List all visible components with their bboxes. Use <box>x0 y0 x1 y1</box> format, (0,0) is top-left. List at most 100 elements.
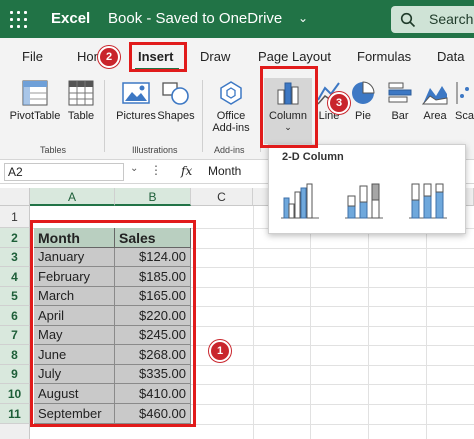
pictures-label: Pictures <box>116 110 156 122</box>
formula-value[interactable]: Month <box>208 164 241 178</box>
column-chart-label: Column <box>269 110 307 122</box>
cell-month[interactable]: August <box>34 384 115 404</box>
active-tab-indicator <box>135 68 179 71</box>
gridline <box>191 326 474 327</box>
row-header-12[interactable] <box>0 424 30 439</box>
cell-sales[interactable]: $165.00 <box>115 287 191 306</box>
scatter-chart-label: Sca <box>455 110 474 122</box>
cell-sales[interactable]: $245.00 <box>115 326 191 345</box>
gridline <box>191 345 474 346</box>
cell-sales[interactable]: $460.00 <box>115 404 191 424</box>
gridline <box>191 365 474 366</box>
clustered-column-option[interactable] <box>278 178 322 222</box>
shapes-icon <box>162 82 189 105</box>
stacked-column-icon <box>345 183 383 219</box>
shapes-label: Shapes <box>157 110 195 122</box>
tab-draw[interactable]: Draw <box>200 49 230 64</box>
column-chart-button[interactable]: Column ⌄ <box>264 78 312 144</box>
group-label-tables: Tables <box>40 145 67 155</box>
scatter-chart-icon <box>456 82 469 104</box>
pie-chart-button[interactable]: Pie <box>349 80 377 122</box>
row-header-4[interactable]: 4 <box>0 267 30 287</box>
bar-chart-icon <box>388 82 412 103</box>
pivottable-icon <box>22 80 48 106</box>
gridline <box>191 404 474 405</box>
bar-chart-label: Bar <box>391 110 409 122</box>
stacked-column-option[interactable] <box>342 178 386 222</box>
shapes-button[interactable]: Shapes <box>156 80 196 122</box>
cell-month[interactable]: April <box>34 306 115 326</box>
office-addins-button[interactable]: Office Add-ins <box>208 80 254 134</box>
cell-sales[interactable]: $124.00 <box>115 248 191 267</box>
insert-function-icon[interactable]: fx <box>181 164 192 178</box>
ribbon-separator <box>260 80 261 152</box>
cell-month[interactable]: January <box>34 248 115 267</box>
row-header-11[interactable]: 11 <box>0 404 30 424</box>
cell-sales[interactable]: $335.00 <box>115 365 191 384</box>
addins-icon <box>220 81 242 105</box>
chevron-down-icon: ⌄ <box>284 122 292 132</box>
ribbon-separator <box>202 80 203 152</box>
column-header-c[interactable]: C <box>191 188 253 206</box>
app-name[interactable]: Excel <box>51 10 90 27</box>
tab-insert[interactable]: Insert <box>138 49 173 64</box>
tab-page-layout[interactable]: Page Layout <box>258 49 331 64</box>
callout-badge-2: 2 <box>98 46 120 68</box>
cell-a2[interactable]: Month <box>34 228 115 248</box>
row-header-5[interactable]: 5 <box>0 287 30 306</box>
row-header-7[interactable]: 7 <box>0 326 30 345</box>
area-chart-button[interactable]: Area <box>420 80 450 122</box>
app-launcher-icon[interactable] <box>10 11 27 28</box>
search-box[interactable]: Search <box>391 6 474 33</box>
chevron-down-icon[interactable]: ⌄ <box>130 163 138 174</box>
pictures-icon <box>122 82 150 104</box>
column-chart-icon <box>277 82 299 105</box>
name-box[interactable]: A2 <box>4 163 124 181</box>
table-icon <box>68 80 94 106</box>
100-percent-stacked-column-option[interactable] <box>406 178 450 222</box>
pie-chart-label: Pie <box>355 110 371 122</box>
pivottable-button[interactable]: PivotTable <box>9 80 61 122</box>
pictures-button[interactable]: Pictures <box>114 80 158 122</box>
chevron-down-icon[interactable]: ⌄ <box>298 11 308 25</box>
tab-home[interactable]: Home <box>77 49 99 64</box>
gridline <box>191 384 474 385</box>
row-header-3[interactable]: 3 <box>0 248 30 267</box>
tab-formulas[interactable]: Formulas <box>357 49 411 64</box>
column-header-a[interactable]: A <box>30 188 115 206</box>
document-title[interactable]: Book - Saved to OneDrive <box>108 10 282 27</box>
cell-sales[interactable]: $185.00 <box>115 267 191 287</box>
select-all-corner[interactable] <box>0 188 30 206</box>
more-options-icon[interactable]: ⋮ <box>150 163 162 177</box>
callout-badge-1: 1 <box>209 340 231 362</box>
table-label: Table <box>67 110 95 122</box>
cell-sales[interactable]: $220.00 <box>115 306 191 326</box>
percent-stacked-column-icon <box>409 183 447 219</box>
cell-sales[interactable]: $410.00 <box>115 384 191 404</box>
row-header-1[interactable]: 1 <box>0 206 30 228</box>
row-header-9[interactable]: 9 <box>0 365 30 384</box>
row-header-10[interactable]: 10 <box>0 384 30 404</box>
table-button[interactable]: Table <box>64 80 98 122</box>
tab-file[interactable]: File <box>22 49 43 64</box>
cell-month[interactable]: February <box>34 267 115 287</box>
cell-b2[interactable]: Sales <box>115 228 191 248</box>
cell-month[interactable]: March <box>34 287 115 306</box>
row-header-6[interactable]: 6 <box>0 306 30 326</box>
clustered-column-icon <box>281 183 319 219</box>
cell-month[interactable]: July <box>34 365 115 384</box>
bar-chart-button[interactable]: Bar <box>386 80 414 122</box>
dropdown-section-title: 2-D Column <box>282 151 344 163</box>
cell-month[interactable]: May <box>34 326 115 345</box>
tab-data[interactable]: Data <box>437 49 464 64</box>
pivottable-label: PivotTable <box>9 110 61 122</box>
cell-month[interactable]: June <box>34 345 115 365</box>
row-header-2[interactable]: 2 <box>0 228 30 248</box>
cell-month[interactable]: September <box>34 404 115 424</box>
row-header-8[interactable]: 8 <box>0 345 30 365</box>
cell-sales[interactable]: $268.00 <box>115 345 191 365</box>
gridline <box>191 287 474 288</box>
scatter-chart-button[interactable]: Sca <box>455 80 474 122</box>
group-label-illustrations: Illustrations <box>132 145 178 155</box>
column-header-b[interactable]: B <box>115 188 191 206</box>
